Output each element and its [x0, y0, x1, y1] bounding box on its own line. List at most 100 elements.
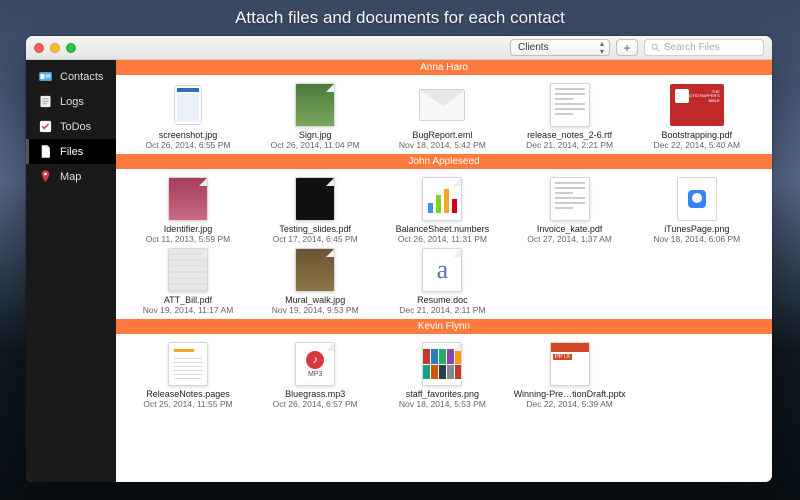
file-date: Dec 21, 2014, 2:11 PM — [399, 305, 485, 315]
file-date: Oct 26, 2014, 11:04 PM — [271, 140, 360, 150]
file-thumbnail — [161, 342, 215, 386]
file-name: ReleaseNotes.pages — [146, 389, 230, 399]
file-thumbnail — [670, 83, 724, 127]
file-name: Identifier.jpg — [164, 224, 213, 234]
file-grid: screenshot.jpgOct 26, 2014, 6:55 PMSign.… — [116, 75, 772, 154]
log-icon — [38, 94, 53, 109]
file-item[interactable]: Mural_walk.jpgNov 19, 2014, 9:53 PM — [255, 248, 375, 315]
file-name: Testing_slides.pdf — [279, 224, 351, 234]
file-name: Winning-Pre…tionDraft.pptx — [514, 389, 626, 399]
file-thumbnail — [161, 83, 215, 127]
section-header: Anna Haro — [116, 60, 772, 75]
file-thumbnail — [415, 342, 469, 386]
file-thumbnail — [288, 83, 342, 127]
file-date: Dec 22, 2014, 5:39 AM — [526, 399, 612, 409]
file-item[interactable]: screenshot.jpgOct 26, 2014, 6:55 PM — [128, 83, 248, 150]
file-name: release_notes_2-6.rtf — [527, 130, 612, 140]
file-grid: ReleaseNotes.pagesOct 25, 2014, 11:55 PM… — [116, 334, 772, 413]
file-name: Bootstrapping.pdf — [662, 130, 733, 140]
file-thumbnail — [543, 83, 597, 127]
file-thumbnail — [288, 177, 342, 221]
file-thumbnail: PPTX — [543, 342, 597, 386]
file-item[interactable]: a Resume.docDec 21, 2014, 2:11 PM — [382, 248, 502, 315]
close-window-button[interactable] — [34, 43, 44, 53]
file-date: Dec 22, 2014, 5:40 AM — [654, 140, 740, 150]
file-date: Oct 26, 2014, 11:31 PM — [398, 234, 487, 244]
sidebar-item-contacts[interactable]: Contacts — [26, 64, 116, 89]
window-titlebar: Clients ▴▾ + Search Files — [26, 36, 772, 60]
sidebar-item-label: ToDos — [60, 121, 91, 133]
file-item[interactable]: Identifier.jpgOct 11, 2013, 5:59 PM — [128, 177, 248, 244]
page-title: Attach files and documents for each cont… — [0, 0, 800, 34]
file-thumbnail — [415, 177, 469, 221]
file-name: screenshot.jpg — [159, 130, 218, 140]
file-date: Oct 26, 2014, 6:57 PM — [273, 399, 358, 409]
file-date: Oct 27, 2014, 1:37 AM — [527, 234, 612, 244]
sidebar-item-label: Files — [60, 146, 83, 158]
section-header: John Appleseed — [116, 154, 772, 169]
search-icon — [651, 43, 660, 52]
file-name: Sign.jpg — [299, 130, 332, 140]
file-date: Oct 25, 2014, 11:55 PM — [143, 399, 232, 409]
file-date: Oct 26, 2014, 6:55 PM — [145, 140, 230, 150]
map-pin-icon — [38, 169, 53, 184]
sidebar-item-label: Logs — [60, 96, 84, 108]
file-item[interactable]: ReleaseNotes.pagesOct 25, 2014, 11:55 PM — [128, 342, 248, 409]
document-icon — [38, 144, 53, 159]
file-item[interactable]: release_notes_2-6.rtfDec 21, 2014, 2:21 … — [510, 83, 630, 150]
file-item[interactable]: PPTX Winning-Pre…tionDraft.pptxDec 22, 20… — [510, 342, 630, 409]
file-date: Nov 19, 2014, 11:17 AM — [143, 305, 234, 315]
file-item[interactable]: ATT_Bill.pdfNov 19, 2014, 11:17 AM — [128, 248, 248, 315]
checkbox-icon — [38, 119, 53, 134]
chevron-updown-icon: ▴▾ — [600, 40, 604, 56]
file-content-area: Anna Haroscreenshot.jpgOct 26, 2014, 6:5… — [116, 60, 772, 482]
file-name: Resume.doc — [417, 295, 468, 305]
file-thumbnail — [415, 83, 469, 127]
file-date: Nov 18, 2014, 5:53 PM — [399, 399, 486, 409]
file-name: staff_favorites.png — [406, 389, 479, 399]
file-name: Bluegrass.mp3 — [285, 389, 345, 399]
file-name: BalanceSheet.numbers — [396, 224, 490, 234]
search-placeholder: Search Files — [664, 42, 720, 53]
file-date: Oct 17, 2014, 6:45 PM — [273, 234, 358, 244]
sidebar: Contacts Logs ToDos Files Map — [26, 60, 116, 482]
file-date: Dec 21, 2014, 2:21 PM — [526, 140, 613, 150]
file-item[interactable]: BalanceSheet.numbersOct 26, 2014, 11:31 … — [382, 177, 502, 244]
file-thumbnail — [161, 177, 215, 221]
search-input[interactable]: Search Files — [644, 39, 764, 56]
section-header: Kevin Flynn — [116, 319, 772, 334]
add-button[interactable]: + — [616, 39, 638, 56]
file-thumbnail — [543, 177, 597, 221]
file-thumbnail: ♪MP3 — [288, 342, 342, 386]
file-item[interactable]: ♪MP3 Bluegrass.mp3Oct 26, 2014, 6:57 PM — [255, 342, 375, 409]
file-date: Nov 19, 2014, 9:53 PM — [272, 305, 359, 315]
file-thumbnail — [288, 248, 342, 292]
category-select-value: Clients — [518, 42, 549, 53]
file-name: iTunesPage.png — [664, 224, 729, 234]
sidebar-item-map[interactable]: Map — [26, 164, 116, 189]
file-thumbnail — [161, 248, 215, 292]
sidebar-item-todos[interactable]: ToDos — [26, 114, 116, 139]
sidebar-item-logs[interactable]: Logs — [26, 89, 116, 114]
window-controls — [34, 43, 76, 53]
file-date: Nov 18, 2014, 6:06 PM — [653, 234, 740, 244]
file-item[interactable]: iTunesPage.pngNov 18, 2014, 6:06 PM — [637, 177, 757, 244]
file-grid: Identifier.jpgOct 11, 2013, 5:59 PMTesti… — [116, 169, 772, 319]
sidebar-item-label: Contacts — [60, 71, 103, 83]
sidebar-item-files[interactable]: Files — [26, 139, 116, 164]
zoom-window-button[interactable] — [66, 43, 76, 53]
file-item[interactable]: Sign.jpgOct 26, 2014, 11:04 PM — [255, 83, 375, 150]
minimize-window-button[interactable] — [50, 43, 60, 53]
file-date: Nov 18, 2014, 5:42 PM — [399, 140, 486, 150]
file-name: BugReport.eml — [412, 130, 472, 140]
file-item[interactable]: Testing_slides.pdfOct 17, 2014, 6:45 PM — [255, 177, 375, 244]
file-thumbnail: a — [415, 248, 469, 292]
file-item[interactable]: Invoice_kate.pdfOct 27, 2014, 1:37 AM — [510, 177, 630, 244]
file-date: Oct 11, 2013, 5:59 PM — [146, 234, 230, 244]
category-select[interactable]: Clients ▴▾ — [510, 39, 610, 56]
file-item[interactable]: BugReport.emlNov 18, 2014, 5:42 PM — [382, 83, 502, 150]
file-name: Invoice_kate.pdf — [537, 224, 603, 234]
file-name: ATT_Bill.pdf — [164, 295, 212, 305]
file-item[interactable]: staff_favorites.pngNov 18, 2014, 5:53 PM — [382, 342, 502, 409]
file-item[interactable]: Bootstrapping.pdfDec 22, 2014, 5:40 AM — [637, 83, 757, 150]
